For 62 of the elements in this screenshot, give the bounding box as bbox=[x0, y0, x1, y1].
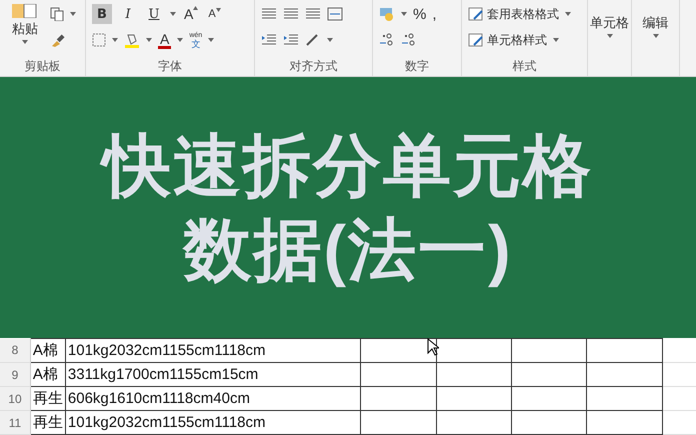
table-cell: 101kg2032cm1155cm1118cm bbox=[65, 338, 361, 362]
table-cell: 3311kg1700cm1155cm15cm bbox=[65, 362, 361, 386]
borders-icon[interactable] bbox=[92, 33, 106, 47]
italic-button[interactable]: I bbox=[118, 4, 138, 24]
underline-button[interactable]: U bbox=[144, 4, 164, 24]
group-label: 字体 bbox=[157, 58, 183, 75]
group-label: 样式 bbox=[512, 58, 538, 75]
clipboard-icon bbox=[12, 4, 38, 18]
dropdown-arrow-icon[interactable] bbox=[70, 12, 76, 16]
table-cell: 606kg1610cm1118cm40cm bbox=[65, 386, 361, 410]
indent-icon[interactable] bbox=[283, 34, 299, 46]
row-number: 8 bbox=[0, 338, 30, 362]
align-icon[interactable] bbox=[261, 8, 277, 20]
table-cell: A棉 bbox=[30, 338, 66, 362]
table-cell: A棉 bbox=[30, 362, 66, 386]
wrap-text-icon[interactable] bbox=[327, 7, 343, 21]
style-button[interactable]: 单元格样式 bbox=[468, 32, 547, 48]
style-button[interactable]: 套用表格格式 bbox=[468, 6, 559, 22]
dropdown-arrow-icon[interactable] bbox=[565, 12, 571, 16]
row-number: 9 bbox=[0, 362, 30, 386]
group-label: 数字 bbox=[404, 58, 430, 75]
font-color-button[interactable]: A bbox=[158, 32, 172, 48]
dropdown-arrow-icon[interactable] bbox=[553, 38, 559, 42]
row-number: 11 bbox=[0, 410, 30, 434]
table-cell: 再生 bbox=[30, 386, 66, 410]
editing-button[interactable]: 编辑 bbox=[634, 0, 677, 39]
dropdown-arrow-icon[interactable] bbox=[146, 38, 152, 42]
number-format-button[interactable]: % bbox=[413, 6, 426, 22]
cells-button[interactable]: 单元格 bbox=[590, 0, 629, 39]
dropdown-arrow-icon[interactable] bbox=[170, 12, 176, 16]
dropdown-arrow-icon[interactable] bbox=[112, 38, 118, 42]
align-icon[interactable] bbox=[305, 8, 321, 20]
decimal-places-icon[interactable] bbox=[401, 33, 417, 47]
shrink-font-button[interactable]: A bbox=[206, 8, 223, 20]
align-icon[interactable] bbox=[283, 8, 299, 20]
format-painter-icon[interactable] bbox=[50, 33, 66, 47]
decrease-icon bbox=[216, 8, 221, 12]
group-label: 对齐方式 bbox=[288, 58, 338, 75]
dropdown-arrow-icon[interactable] bbox=[177, 38, 184, 42]
indent-icon[interactable] bbox=[261, 34, 277, 46]
decimal-places-icon[interactable] bbox=[379, 33, 395, 47]
dropdown-arrow-icon[interactable] bbox=[401, 12, 407, 16]
table-style-icon bbox=[468, 7, 484, 21]
fill-color-icon[interactable] bbox=[124, 32, 140, 48]
number-format-button[interactable]: , bbox=[432, 6, 437, 22]
paste-button[interactable]: 粘贴 bbox=[6, 0, 44, 45]
row-number: 10 bbox=[0, 386, 30, 410]
dropdown-arrow-icon[interactable] bbox=[652, 34, 658, 38]
dropdown-arrow-icon[interactable] bbox=[606, 34, 612, 38]
group-label: 剪贴板 bbox=[24, 58, 62, 75]
increase-icon bbox=[193, 6, 198, 10]
copy-icon[interactable] bbox=[50, 7, 64, 21]
table-cell: 再生 bbox=[30, 410, 66, 434]
banner-title: 数据(法一) bbox=[183, 210, 513, 290]
table-style-icon bbox=[468, 33, 484, 47]
bold-button[interactable]: B bbox=[92, 4, 112, 24]
mouse-pointer-icon bbox=[427, 338, 439, 356]
dropdown-arrow-icon[interactable] bbox=[208, 38, 214, 42]
grow-font-button[interactable]: A bbox=[182, 6, 200, 22]
dropdown-arrow-icon[interactable] bbox=[22, 40, 28, 44]
table-cell: 101kg2032cm1155cm1118cm bbox=[65, 410, 361, 434]
dropdown-arrow-icon[interactable] bbox=[327, 38, 333, 42]
